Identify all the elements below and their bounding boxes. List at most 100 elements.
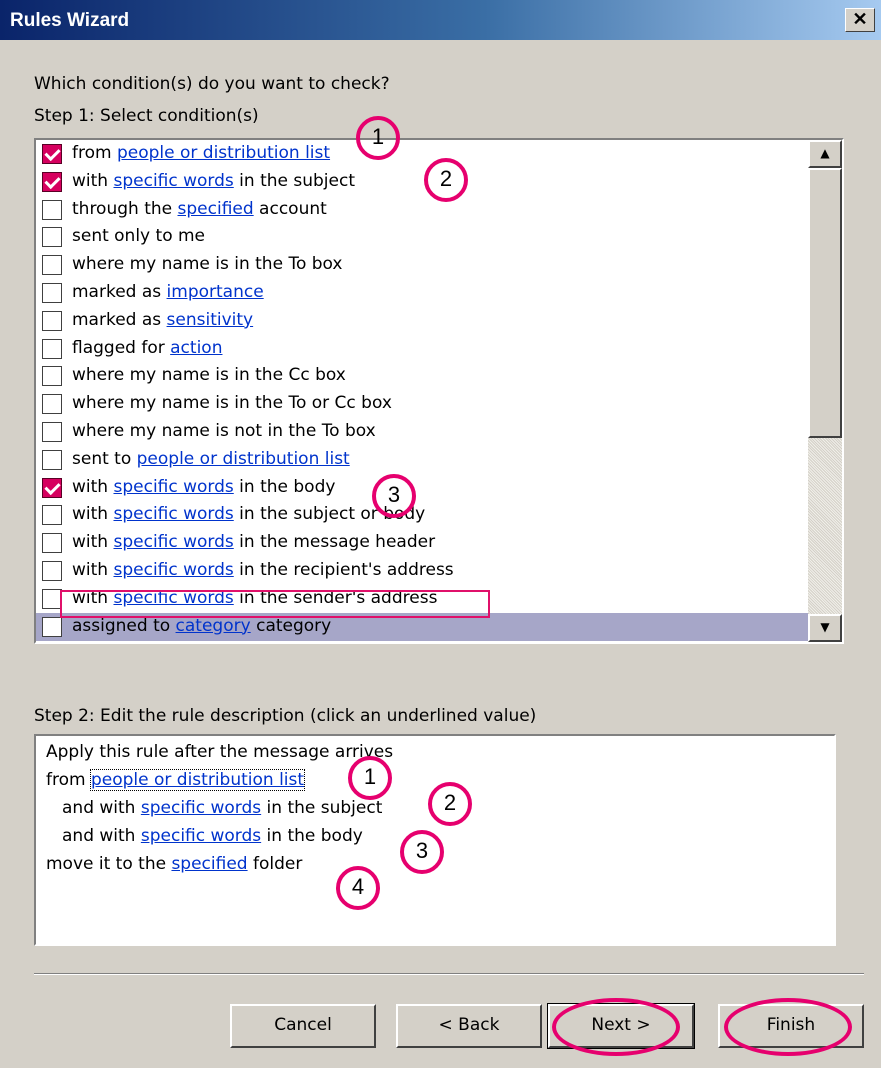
condition-link[interactable]: specific words (113, 532, 233, 552)
condition-row[interactable]: sent to people or distribution list (36, 446, 808, 474)
desc-link-words-body[interactable]: specific words (141, 826, 261, 846)
condition-checkbox[interactable] (42, 199, 62, 220)
condition-text-suffix: in the recipient's address (233, 560, 454, 580)
condition-row[interactable]: where my name is in the To box (36, 251, 808, 279)
condition-checkbox[interactable] (42, 505, 62, 526)
condition-checkbox[interactable] (42, 283, 62, 303)
condition-text: flagged for action (72, 338, 222, 358)
condition-checkbox[interactable] (42, 449, 62, 470)
condition-text-suffix: category (250, 615, 332, 636)
condition-row[interactable]: with specific words in the body (36, 474, 808, 502)
scroll-down-button[interactable]: ▼ (808, 614, 842, 642)
conditions-listbox[interactable]: from people or distribution list with spe… (34, 138, 844, 644)
condition-link[interactable]: specified (178, 199, 254, 219)
condition-checkbox[interactable] (42, 588, 62, 609)
condition-checkbox[interactable] (42, 394, 62, 415)
condition-row[interactable]: marked as importance (36, 279, 808, 307)
condition-link[interactable]: category (176, 616, 251, 636)
condition-text-prefix: from (72, 143, 117, 163)
condition-text-prefix: where my name is in the To or Cc box (72, 393, 392, 414)
desc-link-words-subject[interactable]: specific words (141, 798, 261, 818)
desc-move-prefix: move it to the (46, 854, 172, 874)
condition-link[interactable]: specific words (113, 560, 233, 580)
condition-checkbox[interactable] (42, 310, 62, 331)
window-title: Rules Wizard (10, 10, 130, 31)
condition-text-prefix: with (72, 504, 114, 525)
condition-checkbox[interactable] (42, 171, 62, 192)
condition-row[interactable]: where my name is in the Cc box (36, 362, 808, 390)
condition-text-prefix: flagged for (72, 337, 171, 358)
condition-text: where my name is not in the To box (72, 421, 376, 441)
conditions-scrollbar[interactable]: ▲ ▼ (808, 140, 842, 642)
condition-row[interactable]: with specific words in the subject (36, 168, 808, 196)
highlight-box-senders-address (60, 590, 490, 618)
condition-link[interactable]: specific words (113, 504, 233, 524)
scroll-thumb[interactable] (808, 168, 842, 438)
condition-text-prefix: marked as (72, 282, 167, 302)
condition-checkbox[interactable] (42, 561, 62, 581)
condition-link[interactable]: specific words (113, 477, 233, 497)
desc-line-apply: Apply this rule after the message arrive… (46, 742, 394, 762)
condition-text: sent only to me (72, 226, 205, 246)
arrow-down-icon: ▼ (820, 620, 830, 634)
condition-checkbox[interactable] (42, 616, 62, 637)
condition-row[interactable]: with specific words in the recipient's a… (36, 557, 808, 585)
desc-link-folder[interactable]: specified (171, 854, 247, 874)
condition-row[interactable]: from people or distribution list (36, 140, 808, 168)
condition-row[interactable]: through the specified account (36, 196, 808, 224)
title-bar: Rules Wizard ✕ (0, 0, 881, 40)
desc-body-suffix: in the body (261, 826, 363, 846)
condition-row[interactable]: where my name is in the To or Cc box (36, 390, 808, 418)
condition-checkbox[interactable] (42, 422, 62, 442)
condition-text-suffix: in the body (233, 476, 336, 497)
condition-checkbox[interactable] (42, 338, 62, 359)
condition-checkbox[interactable] (42, 366, 62, 387)
condition-checkbox[interactable] (42, 533, 62, 554)
condition-link[interactable]: people or distribution list (137, 449, 350, 469)
desc-line-move: move it to the specified folder (46, 854, 302, 874)
condition-row[interactable]: where my name is not in the To box (36, 418, 808, 446)
condition-row[interactable]: with specific words in the message heade… (36, 529, 808, 557)
condition-row[interactable]: marked as sensitivity (36, 307, 808, 335)
condition-text: assigned to category category (72, 616, 331, 636)
cancel-button[interactable]: Cancel (230, 1004, 376, 1048)
condition-text: with specific words in the message heade… (72, 532, 435, 552)
close-button[interactable]: ✕ (845, 8, 875, 32)
condition-checkbox[interactable] (42, 477, 62, 498)
rule-description-box[interactable]: Apply this rule after the message arrive… (34, 734, 836, 946)
condition-link[interactable]: action (170, 338, 222, 358)
back-button[interactable]: < Back (396, 1004, 542, 1048)
close-icon: ✕ (852, 9, 868, 29)
step2-label: Step 2: Edit the rule description (click… (34, 706, 537, 726)
arrow-up-icon: ▲ (820, 146, 830, 160)
desc-move-suffix: folder (247, 854, 303, 874)
desc-line-body: and with specific words in the body (62, 826, 363, 846)
condition-row[interactable]: flagged for action (36, 335, 808, 363)
scroll-up-button[interactable]: ▲ (808, 140, 842, 168)
condition-text: where my name is in the To box (72, 254, 342, 274)
condition-text-prefix: sent to (72, 448, 137, 469)
step1-label: Step 1: Select condition(s) (34, 106, 259, 126)
condition-link[interactable]: people or distribution list (117, 143, 330, 163)
condition-text: through the specified account (72, 199, 327, 219)
condition-checkbox[interactable] (42, 227, 62, 248)
condition-row[interactable]: sent only to me (36, 223, 808, 251)
condition-checkbox[interactable] (42, 144, 62, 164)
condition-link[interactable]: specific words (113, 171, 233, 191)
condition-checkbox[interactable] (42, 255, 62, 276)
condition-text: with specific words in the subject (72, 171, 355, 191)
desc-line-from: from people or distribution list (46, 769, 306, 791)
condition-row[interactable]: with specific words in the subject or bo… (36, 501, 808, 529)
desc-line-subject: and with specific words in the subject (62, 798, 382, 818)
condition-text: sent to people or distribution list (72, 449, 350, 469)
next-button[interactable]: Next > (547, 1003, 695, 1049)
condition-link[interactable]: importance (167, 282, 264, 302)
condition-text-suffix: account (253, 198, 327, 219)
condition-link[interactable]: sensitivity (167, 310, 254, 330)
condition-text-prefix: through the (72, 198, 178, 219)
finish-button[interactable]: Finish (718, 1004, 864, 1048)
condition-text: with specific words in the body (72, 477, 335, 497)
desc-link-people[interactable]: people or distribution list (89, 769, 306, 791)
condition-text-prefix: where my name is not in the To box (72, 421, 376, 441)
condition-text: marked as importance (72, 282, 264, 302)
